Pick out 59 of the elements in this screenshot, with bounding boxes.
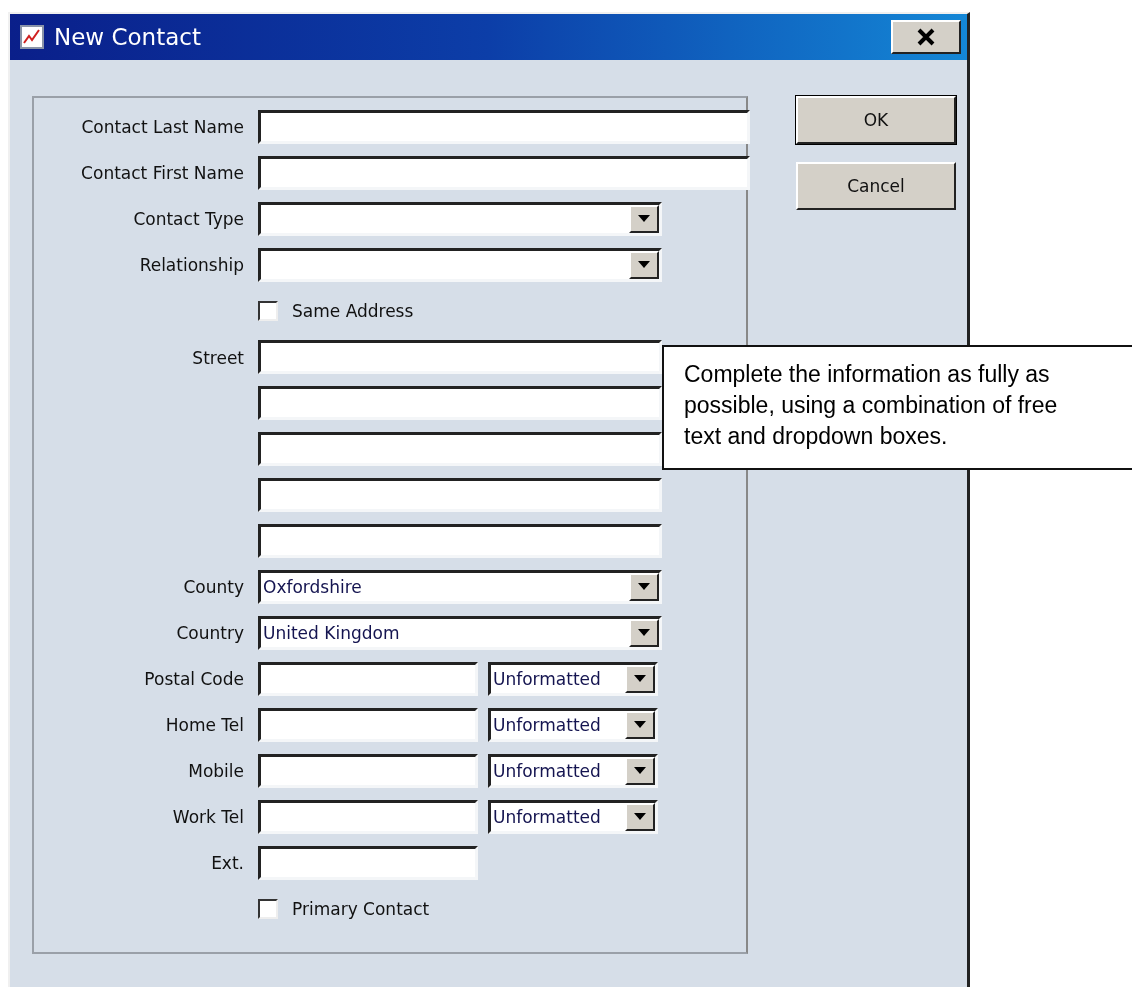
field-label: Contact Last Name [80,117,244,137]
dropdown-arrow-button[interactable] [625,803,655,831]
dropdown[interactable] [258,248,662,282]
down-triangle-icon [638,261,650,269]
text-field[interactable] [258,708,478,742]
down-triangle-icon [634,675,646,683]
dropdown-arrow-button[interactable] [629,573,659,601]
dropdown-arrow-button[interactable] [625,665,655,693]
down-triangle-icon [638,629,650,637]
cancel-button[interactable]: Cancel [796,162,956,210]
field-label: Contact Type [132,209,244,229]
dropdown-arrow-button[interactable] [629,619,659,647]
field-label: Home Tel [164,715,244,735]
field-label: Relationship [138,255,244,275]
text-field[interactable] [258,800,478,834]
close-button[interactable] [891,20,961,54]
field-label: Work Tel [171,807,244,827]
down-triangle-icon [638,583,650,591]
street-field[interactable] [258,478,662,512]
field-label: Country [175,623,244,643]
text-field[interactable] [258,662,478,696]
dropdown-arrow-button[interactable] [629,251,659,279]
field-label: Mobile [187,761,244,781]
chart-icon [20,25,44,49]
checkbox[interactable] [258,899,278,919]
text-field[interactable] [258,846,478,880]
street-field[interactable] [258,524,662,558]
dropdown[interactable]: Unformatted [488,754,658,788]
down-triangle-icon [634,813,646,821]
checkbox-label: Primary Contact [292,899,430,919]
text-field[interactable] [258,156,750,190]
street-field[interactable] [258,432,662,466]
down-triangle-icon [638,215,650,223]
down-triangle-icon [634,721,646,729]
text-field[interactable] [258,754,478,788]
street-field[interactable] [258,386,662,420]
dropdown-arrow-button[interactable] [629,205,659,233]
dropdown[interactable]: Unformatted [488,800,658,834]
checkbox[interactable] [258,301,278,321]
ok-button[interactable]: OK [796,96,956,144]
field-label: Contact First Name [80,163,244,183]
down-triangle-icon [634,767,646,775]
callout-note: Complete the information as fully as possible, using a combination of free text and dropdown boxes. [662,345,1132,470]
dropdown-arrow-button[interactable] [625,711,655,739]
checkbox-label: Same Address [292,301,414,321]
field-label: Postal Code [143,669,244,689]
dropdown-arrow-button[interactable] [625,757,655,785]
dropdown[interactable]: Unformatted [488,662,658,696]
close-icon [917,28,935,46]
text-field[interactable] [258,110,750,144]
dropdown[interactable]: Unformatted [488,708,658,742]
field-label: County [182,577,244,597]
dropdown[interactable]: Oxfordshire [258,570,662,604]
street-field[interactable] [258,340,662,374]
window-title: New Contact [54,24,202,50]
dropdown[interactable]: United Kingdom [258,616,662,650]
field-label: Ext. [210,853,244,873]
field-label: Street [191,347,244,368]
dropdown[interactable] [258,202,662,236]
